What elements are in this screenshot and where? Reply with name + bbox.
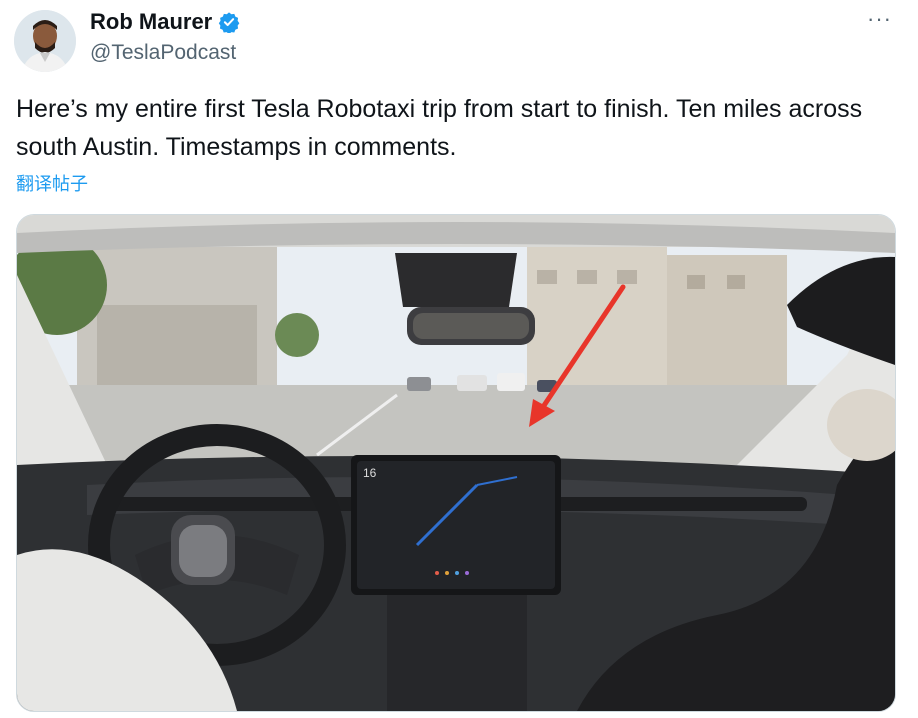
author-name-row: Rob Maurer (90, 9, 240, 35)
more-options-icon[interactable]: ··· (867, 6, 892, 32)
tweet-media[interactable]: 16 (16, 214, 896, 712)
author-handle[interactable]: @TeslaPodcast (90, 40, 236, 66)
avatar[interactable] (14, 10, 76, 72)
screen-speed: 16 (363, 466, 377, 480)
car-interior-photo-icon: 16 (17, 215, 895, 711)
tweet-text: Here’s my entire first Tesla Robotaxi tr… (16, 95, 863, 161)
author-name[interactable]: Rob Maurer (90, 9, 212, 35)
translate-post-link[interactable]: 翻译帖子 (16, 170, 88, 196)
avatar-photo-icon (14, 10, 76, 72)
verified-badge-icon (219, 12, 240, 33)
